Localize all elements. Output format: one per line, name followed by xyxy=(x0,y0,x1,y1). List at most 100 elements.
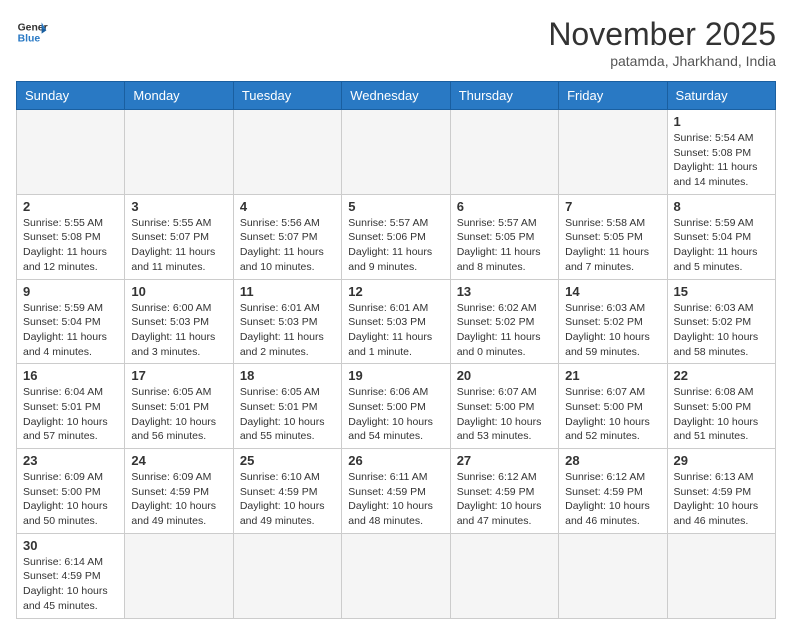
day-number: 27 xyxy=(457,453,552,468)
day-info: Sunrise: 5:57 AM Sunset: 5:05 PM Dayligh… xyxy=(457,216,552,275)
day-info: Sunrise: 5:59 AM Sunset: 5:04 PM Dayligh… xyxy=(23,301,118,360)
calendar-cell xyxy=(233,533,341,618)
calendar-week-5: 30 Sunrise: 6:14 AM Sunset: 4:59 PM Dayli… xyxy=(17,533,776,618)
day-number: 30 xyxy=(23,538,118,553)
calendar-cell: 27Sunrise: 6:12 AM Sunset: 4:59 PM Dayli… xyxy=(450,449,558,534)
calendar-cell: 25 Sunrise: 6:10 AM Sunset: 4:59 PM Dayli… xyxy=(233,449,341,534)
month-year: November 2025 xyxy=(548,16,776,53)
day-number: 18 xyxy=(240,368,335,383)
day-number: 1 xyxy=(674,114,769,129)
day-info: Sunrise: 6:02 AM Sunset: 5:02 PM Dayligh… xyxy=(457,301,552,360)
day-info: Sunrise: 6:12 AM Sunset: 4:59 PM Dayligh… xyxy=(565,470,660,529)
calendar-cell xyxy=(559,533,667,618)
day-info: Sunrise: 5:57 AM Sunset: 5:06 PM Dayligh… xyxy=(348,216,443,275)
day-number: 17 xyxy=(131,368,226,383)
day-info: Sunrise: 6:05 AM Sunset: 5:01 PM Dayligh… xyxy=(131,385,226,444)
calendar-cell xyxy=(450,533,558,618)
calendar-cell xyxy=(17,110,125,195)
day-info: Sunrise: 5:54 AM Sunset: 5:08 PM Dayligh… xyxy=(674,131,769,190)
calendar-cell: 28Sunrise: 6:12 AM Sunset: 4:59 PM Dayli… xyxy=(559,449,667,534)
calendar-cell: 22 Sunrise: 6:08 AM Sunset: 5:00 PM Dayli… xyxy=(667,364,775,449)
day-number: 25 xyxy=(240,453,335,468)
calendar-cell: 6Sunrise: 5:57 AM Sunset: 5:05 PM Daylig… xyxy=(450,194,558,279)
svg-text:Blue: Blue xyxy=(18,34,41,45)
calendar-cell: 26Sunrise: 6:11 AM Sunset: 4:59 PM Dayli… xyxy=(342,449,450,534)
weekday-header-row: SundayMondayTuesdayWednesdayThursdayFrid… xyxy=(17,82,776,110)
calendar-cell: 13 Sunrise: 6:02 AM Sunset: 5:02 PM Dayli… xyxy=(450,279,558,364)
calendar-cell: 17 Sunrise: 6:05 AM Sunset: 5:01 PM Dayli… xyxy=(125,364,233,449)
calendar-cell: 3Sunrise: 5:55 AM Sunset: 5:07 PM Daylig… xyxy=(125,194,233,279)
title-area: November 2025 patamda, Jharkhand, India xyxy=(548,16,776,69)
day-number: 7 xyxy=(565,199,660,214)
day-info: Sunrise: 6:14 AM Sunset: 4:59 PM Dayligh… xyxy=(23,555,118,614)
calendar-cell: 16 Sunrise: 6:04 AM Sunset: 5:01 PM Dayli… xyxy=(17,364,125,449)
day-number: 29 xyxy=(674,453,769,468)
calendar-cell: 11Sunrise: 6:01 AM Sunset: 5:03 PM Dayli… xyxy=(233,279,341,364)
day-info: Sunrise: 6:05 AM Sunset: 5:01 PM Dayligh… xyxy=(240,385,335,444)
day-info: Sunrise: 5:55 AM Sunset: 5:08 PM Dayligh… xyxy=(23,216,118,275)
day-info: Sunrise: 5:56 AM Sunset: 5:07 PM Dayligh… xyxy=(240,216,335,275)
calendar-cell xyxy=(125,533,233,618)
day-info: Sunrise: 6:11 AM Sunset: 4:59 PM Dayligh… xyxy=(348,470,443,529)
calendar-cell: 4 Sunrise: 5:56 AM Sunset: 5:07 PM Daylig… xyxy=(233,194,341,279)
day-number: 12 xyxy=(348,284,443,299)
day-info: Sunrise: 6:06 AM Sunset: 5:00 PM Dayligh… xyxy=(348,385,443,444)
calendar-cell xyxy=(233,110,341,195)
header: General Blue November 2025 patamda, Jhar… xyxy=(16,16,776,69)
day-info: Sunrise: 6:01 AM Sunset: 5:03 PM Dayligh… xyxy=(348,301,443,360)
calendar-cell xyxy=(342,533,450,618)
calendar-week-1: 2Sunrise: 5:55 AM Sunset: 5:08 PM Daylig… xyxy=(17,194,776,279)
calendar-cell: 7 Sunrise: 5:58 AM Sunset: 5:05 PM Daylig… xyxy=(559,194,667,279)
calendar-cell: 10 Sunrise: 6:00 AM Sunset: 5:03 PM Dayli… xyxy=(125,279,233,364)
calendar-cell: 23 Sunrise: 6:09 AM Sunset: 5:00 PM Dayli… xyxy=(17,449,125,534)
calendar-cell: 20Sunrise: 6:07 AM Sunset: 5:00 PM Dayli… xyxy=(450,364,558,449)
day-number: 5 xyxy=(348,199,443,214)
day-number: 4 xyxy=(240,199,335,214)
day-info: Sunrise: 6:09 AM Sunset: 5:00 PM Dayligh… xyxy=(23,470,118,529)
day-number: 13 xyxy=(457,284,552,299)
calendar-cell xyxy=(450,110,558,195)
day-number: 22 xyxy=(674,368,769,383)
calendar-cell: 2Sunrise: 5:55 AM Sunset: 5:08 PM Daylig… xyxy=(17,194,125,279)
calendar-cell: 5 Sunrise: 5:57 AM Sunset: 5:06 PM Daylig… xyxy=(342,194,450,279)
day-number: 21 xyxy=(565,368,660,383)
weekday-header-wednesday: Wednesday xyxy=(342,82,450,110)
calendar-week-4: 23 Sunrise: 6:09 AM Sunset: 5:00 PM Dayli… xyxy=(17,449,776,534)
calendar-week-2: 9 Sunrise: 5:59 AM Sunset: 5:04 PM Daylig… xyxy=(17,279,776,364)
calendar-cell: 19 Sunrise: 6:06 AM Sunset: 5:00 PM Dayli… xyxy=(342,364,450,449)
weekday-header-tuesday: Tuesday xyxy=(233,82,341,110)
day-number: 11 xyxy=(240,284,335,299)
day-info: Sunrise: 6:03 AM Sunset: 5:02 PM Dayligh… xyxy=(674,301,769,360)
day-number: 19 xyxy=(348,368,443,383)
calendar-cell xyxy=(559,110,667,195)
day-number: 23 xyxy=(23,453,118,468)
calendar-cell: 18 Sunrise: 6:05 AM Sunset: 5:01 PM Dayli… xyxy=(233,364,341,449)
day-info: Sunrise: 6:08 AM Sunset: 5:00 PM Dayligh… xyxy=(674,385,769,444)
calendar-cell: 30 Sunrise: 6:14 AM Sunset: 4:59 PM Dayli… xyxy=(17,533,125,618)
day-number: 9 xyxy=(23,284,118,299)
day-info: Sunrise: 5:58 AM Sunset: 5:05 PM Dayligh… xyxy=(565,216,660,275)
day-number: 24 xyxy=(131,453,226,468)
weekday-header-friday: Friday xyxy=(559,82,667,110)
day-info: Sunrise: 6:09 AM Sunset: 4:59 PM Dayligh… xyxy=(131,470,226,529)
day-info: Sunrise: 6:13 AM Sunset: 4:59 PM Dayligh… xyxy=(674,470,769,529)
calendar-week-3: 16 Sunrise: 6:04 AM Sunset: 5:01 PM Dayli… xyxy=(17,364,776,449)
calendar-cell: 21Sunrise: 6:07 AM Sunset: 5:00 PM Dayli… xyxy=(559,364,667,449)
day-number: 16 xyxy=(23,368,118,383)
day-info: Sunrise: 6:03 AM Sunset: 5:02 PM Dayligh… xyxy=(565,301,660,360)
logo-icon: General Blue xyxy=(16,16,48,48)
day-info: Sunrise: 6:10 AM Sunset: 4:59 PM Dayligh… xyxy=(240,470,335,529)
day-info: Sunrise: 5:55 AM Sunset: 5:07 PM Dayligh… xyxy=(131,216,226,275)
calendar-cell xyxy=(125,110,233,195)
day-info: Sunrise: 6:04 AM Sunset: 5:01 PM Dayligh… xyxy=(23,385,118,444)
day-info: Sunrise: 6:00 AM Sunset: 5:03 PM Dayligh… xyxy=(131,301,226,360)
day-number: 10 xyxy=(131,284,226,299)
calendar-cell: 9 Sunrise: 5:59 AM Sunset: 5:04 PM Daylig… xyxy=(17,279,125,364)
day-number: 14 xyxy=(565,284,660,299)
calendar: SundayMondayTuesdayWednesdayThursdayFrid… xyxy=(16,81,776,619)
day-number: 8 xyxy=(674,199,769,214)
calendar-cell: 8Sunrise: 5:59 AM Sunset: 5:04 PM Daylig… xyxy=(667,194,775,279)
weekday-header-monday: Monday xyxy=(125,82,233,110)
calendar-cell: 15Sunrise: 6:03 AM Sunset: 5:02 PM Dayli… xyxy=(667,279,775,364)
calendar-week-0: 1 Sunrise: 5:54 AM Sunset: 5:08 PM Daylig… xyxy=(17,110,776,195)
